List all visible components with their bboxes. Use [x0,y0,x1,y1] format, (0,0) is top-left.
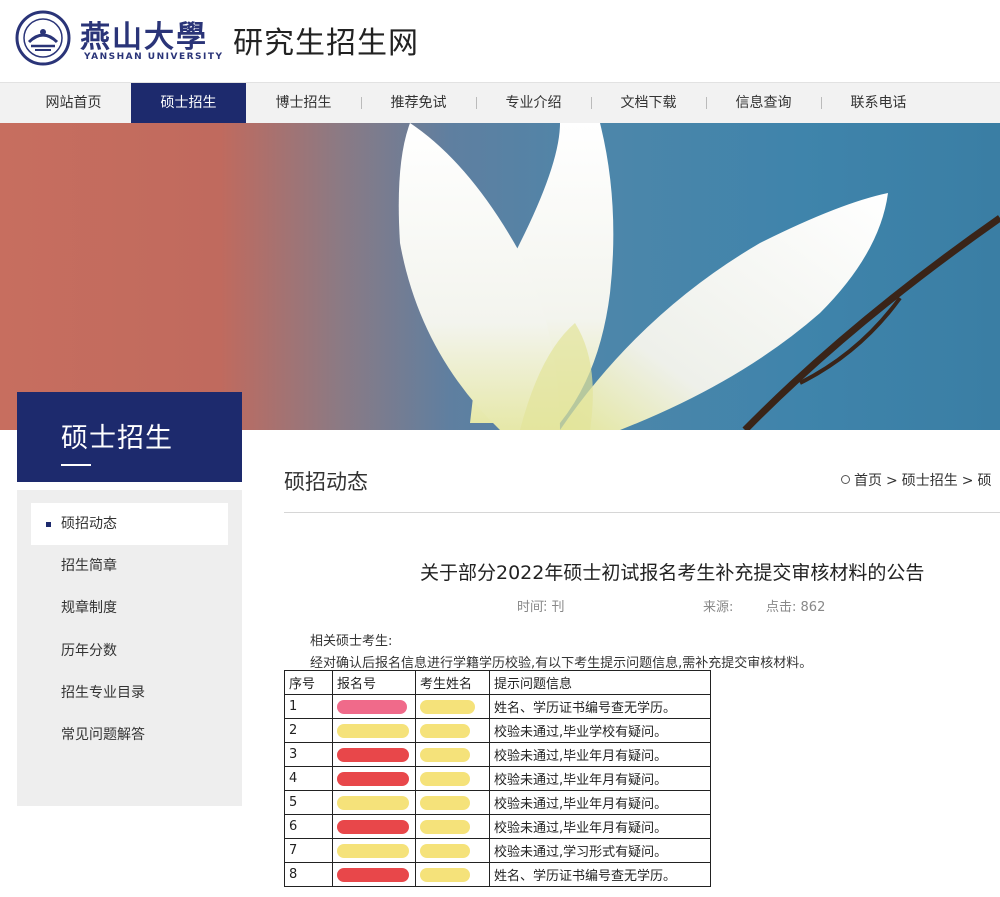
nav-item-masters[interactable]: 硕士招生 [131,83,246,123]
location-circle-icon [841,475,850,484]
section-title: 硕招动态 [284,470,368,494]
cell-reg-no-redacted [332,862,416,887]
sidebar-menu: 硕招动态 招生简章 规章制度 历年分数 招生专业目录 常见问题解答 [17,490,242,806]
article-clicks: 点击: 862 [766,596,825,615]
article-source-label: 来源: [703,600,734,615]
table-row: 8 姓名、学历证书编号查无学历。 [284,862,711,887]
banner-image [0,123,1000,430]
header-cell-reg-no: 报名号 [332,670,416,695]
main-nav: 网站首页 硕士招生 博士招生 推荐免试 专业介绍 文档下载 信息查询 联系电话 [0,82,1000,124]
cell-reg-no-redacted [332,694,416,719]
cell-name-redacted [415,814,490,839]
header-cell-no: 序号 [284,670,333,695]
magnolia-flower-image [398,123,1000,430]
cell-no: 3 [284,742,333,767]
cell-issue: 校验未通过,学习形式有疑问。 [489,838,711,863]
time-label: 时间: [517,600,548,615]
breadcrumb-separator: > [961,473,974,489]
cell-no: 7 [284,838,333,863]
nav-item-downloads[interactable]: 文档下载 [591,83,706,123]
article-intro: 经对确认后报名信息进行学籍学历校验,有以下考生提示问题信息,需补充提交审核材料。 [310,656,813,671]
nav-item-doctoral[interactable]: 博士招生 [246,83,361,123]
problem-list-table: 序号 报名号 考生姓名 提示问题信息 1 姓名、学历证书编号查无学历。 2 校验… [284,670,711,887]
header-cell-name: 考生姓名 [415,670,490,695]
header-cell-issue: 提示问题信息 [489,670,711,695]
cell-reg-no-redacted [332,718,416,743]
table-row: 1 姓名、学历证书编号查无学历。 [284,694,711,719]
clicks-label: 点击: [766,600,797,615]
cell-no: 4 [284,766,333,791]
cell-name-redacted [415,790,490,815]
cell-issue: 姓名、学历证书编号查无学历。 [489,862,711,887]
cell-no: 5 [284,790,333,815]
sidebar-item-past-scores[interactable]: 历年分数 [31,630,228,672]
cell-reg-no-redacted [332,766,416,791]
table-row: 4 校验未通过,毕业年月有疑问。 [284,766,711,791]
nav-item-recommended[interactable]: 推荐免试 [361,83,476,123]
cell-issue: 校验未通过,毕业学校有疑问。 [489,718,711,743]
sidebar-item-brochure[interactable]: 招生简章 [31,545,228,587]
article-greeting: 相关硕士考生: [310,634,393,649]
sidebar-item-label: 招生简章 [61,558,117,574]
cell-name-redacted [415,766,490,791]
cell-issue: 校验未通过,毕业年月有疑问。 [489,814,711,839]
cell-issue: 校验未通过,毕业年月有疑问。 [489,742,711,767]
cell-reg-no-redacted [332,790,416,815]
sidebar-item-label: 规章制度 [61,600,117,616]
table-row: 2 校验未通过,毕业学校有疑问。 [284,718,711,743]
university-logo-text[interactable]: 燕山大學 [80,12,208,56]
table-row: 7 校验未通过,学习形式有疑问。 [284,838,711,863]
site-name: 研究生招生网 [233,26,419,61]
cell-name-redacted [415,742,490,767]
nav-item-query[interactable]: 信息查询 [706,83,821,123]
nav-item-contact[interactable]: 联系电话 [821,83,936,123]
cell-no: 6 [284,814,333,839]
breadcrumb: 首页 > 硕士招生 > 硕 [841,470,995,490]
sidebar-item-label: 硕招动态 [61,516,117,532]
site-header: 燕山大學 YANSHAN UNIVERSITY 研究生招生网 [0,0,1000,80]
cell-name-redacted [415,694,490,719]
cell-issue: 校验未通过,毕业年月有疑问。 [489,766,711,791]
cell-no: 2 [284,718,333,743]
cell-name-redacted [415,718,490,743]
sidebar-item-news[interactable]: 硕招动态 [31,503,228,545]
cell-name-redacted [415,838,490,863]
table-header-row: 序号 报名号 考生姓名 提示问题信息 [284,670,711,695]
table-row: 3 校验未通过,毕业年月有疑问。 [284,742,711,767]
cell-issue: 校验未通过,毕业年月有疑问。 [489,790,711,815]
breadcrumb-current[interactable]: 硕 [977,473,991,489]
cell-name-redacted [415,862,490,887]
breadcrumb-masters[interactable]: 硕士招生 [902,473,958,489]
square-bullet-icon [46,522,51,527]
time-value: ̈ 刊 [547,600,565,615]
cell-no: 8 [284,862,333,887]
cell-reg-no-redacted [332,742,416,767]
cell-reg-no-redacted [332,814,416,839]
sidebar-item-faq[interactable]: 常见问题解答 [31,714,228,756]
table-row: 5 校验未通过,毕业年月有疑问。 [284,790,711,815]
sidebar-item-label: 常见问题解答 [61,727,145,743]
nav-item-majors[interactable]: 专业介绍 [476,83,591,123]
cell-issue: 姓名、学历证书编号查无学历。 [489,694,711,719]
content-divider [284,512,1000,513]
clicks-value: 862 [800,600,826,615]
sidebar-title: 硕士招生 [61,423,173,454]
cell-no: 1 [284,694,333,719]
sidebar-item-label: 招生专业目录 [61,685,145,701]
sidebar-title-underline [61,464,91,466]
breadcrumb-home[interactable]: 首页 [854,473,882,489]
university-logo-english: YANSHAN UNIVERSITY [84,52,224,62]
breadcrumb-separator: > [886,473,898,489]
university-seal-icon[interactable] [15,10,71,66]
table-row: 6 校验未通过,毕业年月有疑问。 [284,814,711,839]
sidebar-item-label: 历年分数 [61,643,117,659]
article-title: 关于部分2022年硕士初试报名考生补充提交审核材料的公告 [420,562,925,584]
sidebar-title-box: 硕士招生 [17,392,242,482]
sidebar-item-regulations[interactable]: 规章制度 [31,587,228,629]
nav-item-home[interactable]: 网站首页 [16,83,131,123]
sidebar-item-major-catalog[interactable]: 招生专业目录 [31,672,228,714]
article-time: 时间:̈ 刊 [517,596,565,615]
cell-reg-no-redacted [332,838,416,863]
